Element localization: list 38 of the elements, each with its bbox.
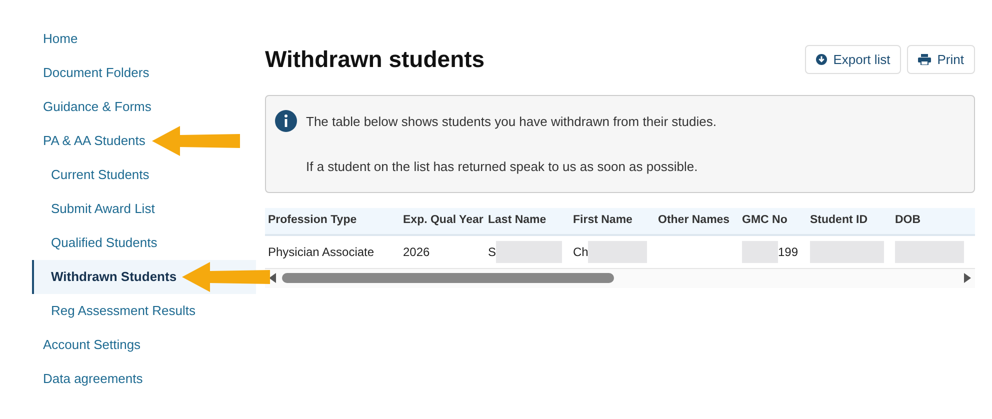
scroll-right-icon[interactable] xyxy=(964,273,971,283)
print-button[interactable]: Print xyxy=(907,44,975,74)
column-header: Student ID xyxy=(809,212,868,228)
horizontal-scrollbar[interactable] xyxy=(265,268,975,288)
redaction-block xyxy=(895,240,964,262)
scrollbar-thumb[interactable] xyxy=(282,273,614,283)
table-cell-text: S xyxy=(488,244,496,260)
redaction-block xyxy=(588,240,647,262)
nav-link[interactable]: Home xyxy=(32,22,256,56)
redaction-block xyxy=(496,240,562,262)
column-header: Last Name xyxy=(487,212,548,228)
table-cell-text: Ch xyxy=(573,244,588,260)
nav-link[interactable]: Account Settings xyxy=(32,328,256,362)
export-button[interactable]: Export list xyxy=(805,44,902,74)
column-header: DOB xyxy=(894,212,922,228)
page-title: Withdrawn students xyxy=(265,45,485,74)
table-cell-text: Physician Associate xyxy=(268,244,374,260)
column-header: GMC No xyxy=(741,212,788,228)
printer-icon xyxy=(918,54,932,65)
download-icon xyxy=(816,54,828,65)
column-header: Profession Type xyxy=(267,212,358,228)
redaction-block xyxy=(742,240,778,262)
nav-link[interactable]: Reg Assessment Results xyxy=(32,294,256,328)
column-header: Exp. Qual Year xyxy=(402,212,484,228)
nav-link[interactable]: Document Folders xyxy=(32,56,256,90)
nav-link[interactable]: Guidance & Forms xyxy=(32,90,256,124)
table-cell-text: 2026 xyxy=(403,244,430,260)
column-header: First Name xyxy=(572,212,634,228)
column-header: Other Names xyxy=(657,212,731,228)
nav-link[interactable]: Current Students xyxy=(32,158,256,192)
info-icon xyxy=(275,110,297,132)
nav-link[interactable]: Qualified Students xyxy=(32,226,256,260)
info-text: The table below shows students you have withdrawn from their studies. xyxy=(306,112,716,131)
info-text: If a student on the list has returned speak to us as soon as possible. xyxy=(306,158,699,176)
nav-link[interactable]: PA & AA Students xyxy=(32,124,256,158)
nav-link[interactable]: Submit Award List xyxy=(32,192,256,226)
nav-link[interactable]: Data agreements xyxy=(32,362,256,396)
table-cell-text: 199 xyxy=(778,244,798,260)
